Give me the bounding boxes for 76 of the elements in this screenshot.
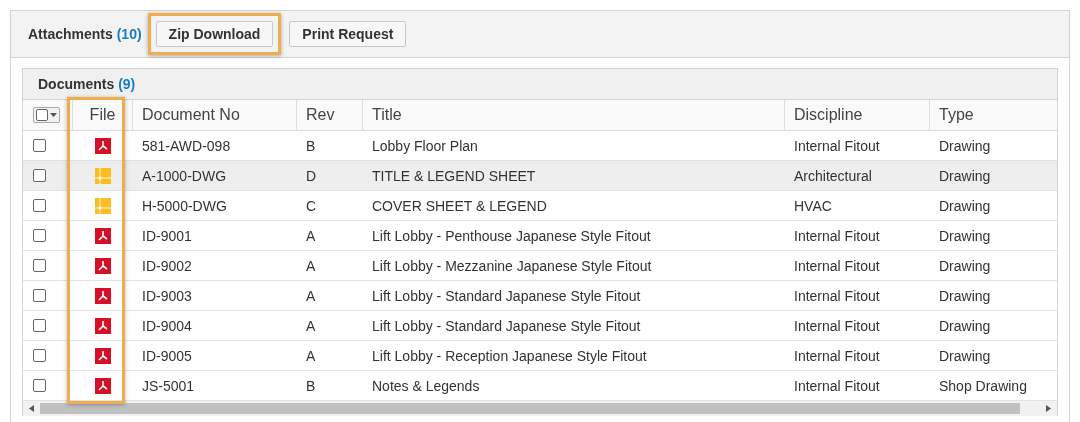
table-cell: Internal Fitout xyxy=(794,347,880,364)
table-cell: Drawing xyxy=(939,257,991,274)
row-checkbox[interactable] xyxy=(33,319,46,332)
table-cell: HVAC xyxy=(794,197,832,214)
table-cell: Lift Lobby - Reception Japanese Style Fitout xyxy=(372,347,647,364)
table-cell: D xyxy=(306,167,317,184)
table-cell: A xyxy=(306,347,316,364)
table-cell: Lift Lobby - Standard Japanese Style Fitout xyxy=(372,317,641,334)
table-cell: Internal Fitout xyxy=(794,287,880,304)
table-cell: Notes & Legends xyxy=(372,377,480,394)
pdf-file-icon[interactable] xyxy=(95,257,111,274)
table-cell: ID-9004 xyxy=(142,317,192,334)
caret-icon[interactable] xyxy=(50,113,57,117)
table-cell: A xyxy=(306,287,316,304)
table-cell: Drawing xyxy=(939,227,991,244)
pdf-file-icon[interactable] xyxy=(95,137,111,154)
table-cell: Drawing xyxy=(939,347,991,364)
row-checkbox[interactable] xyxy=(33,199,46,212)
column-header[interactable]: Discipline xyxy=(794,106,863,124)
table-cell: Lobby Floor Plan xyxy=(372,137,478,154)
table-cell: 581-AWD-098 xyxy=(142,137,231,154)
table-cell: COVER SHEET & LEGEND xyxy=(372,197,547,214)
scroll-right-icon[interactable] xyxy=(1046,405,1051,412)
table-cell: A-1000-DWG xyxy=(142,167,227,184)
table-cell: TITLE & LEGEND SHEET xyxy=(372,167,536,184)
table-cell: A xyxy=(306,257,316,274)
table-cell: Internal Fitout xyxy=(794,227,880,244)
toolbar-button[interactable]: Print Request xyxy=(289,21,407,47)
column-header[interactable]: Document No xyxy=(142,106,240,124)
row-checkbox[interactable] xyxy=(33,259,46,272)
table-cell: Drawing xyxy=(939,197,991,214)
table-cell: B xyxy=(306,377,316,394)
row-checkbox[interactable] xyxy=(33,349,46,362)
table-cell: Drawing xyxy=(939,137,991,154)
table-cell: ID-9001 xyxy=(142,227,192,244)
table-cell: Lift Lobby - Mezzanine Japanese Style Fitout xyxy=(372,257,652,274)
table-cell: Internal Fitout xyxy=(794,377,880,394)
table-cell: Internal Fitout xyxy=(794,257,880,274)
table-cell: Drawing xyxy=(939,317,991,334)
horizontal-scrollbar[interactable] xyxy=(23,401,1057,416)
column-header[interactable]: Title xyxy=(372,106,402,124)
table-cell: Lift Lobby - Penthouse Japanese Style Fitout xyxy=(372,227,651,244)
table-cell: Shop Drawing xyxy=(939,377,1027,394)
pdf-file-icon[interactable] xyxy=(95,347,111,364)
scroll-left-icon[interactable] xyxy=(29,405,34,412)
table-cell: ID-9005 xyxy=(142,347,192,364)
table-cell: B xyxy=(306,137,316,154)
table-cell: C xyxy=(306,197,317,214)
table-cell: Architectural xyxy=(794,167,872,184)
row-checkbox[interactable] xyxy=(33,289,46,302)
table-cell: A xyxy=(306,317,316,334)
pdf-file-icon[interactable] xyxy=(95,317,111,334)
documents-heading: Documents (9) xyxy=(38,76,136,92)
toolbar-button[interactable]: Zip Download xyxy=(155,21,274,47)
row-checkbox[interactable] xyxy=(33,229,46,242)
pdf-file-icon[interactable] xyxy=(95,227,111,244)
column-header[interactable]: Type xyxy=(939,106,974,124)
table-cell: Internal Fitout xyxy=(794,137,880,154)
attachments-heading: Attachments (10) xyxy=(28,26,142,42)
column-header[interactable]: File xyxy=(89,106,116,124)
row-checkbox[interactable] xyxy=(33,169,46,182)
row-checkbox[interactable] xyxy=(33,139,46,152)
pdf-file-icon[interactable] xyxy=(95,287,111,304)
table-cell: Drawing xyxy=(939,287,991,304)
table-cell: H-5000-DWG xyxy=(142,197,227,214)
column-header[interactable]: Rev xyxy=(306,106,335,124)
select-all-dropdown[interactable] xyxy=(33,107,60,123)
table-cell: Lift Lobby - Standard Japanese Style Fitout xyxy=(372,287,641,304)
table-cell: JS-5001 xyxy=(142,377,195,394)
pdf-file-icon[interactable] xyxy=(95,377,111,394)
table-cell: Drawing xyxy=(939,167,991,184)
row-checkbox[interactable] xyxy=(33,379,46,392)
table-cell: ID-9002 xyxy=(142,257,192,274)
table-cell: A xyxy=(306,227,316,244)
table-cell: Internal Fitout xyxy=(794,317,880,334)
table-cell: ID-9003 xyxy=(142,287,192,304)
